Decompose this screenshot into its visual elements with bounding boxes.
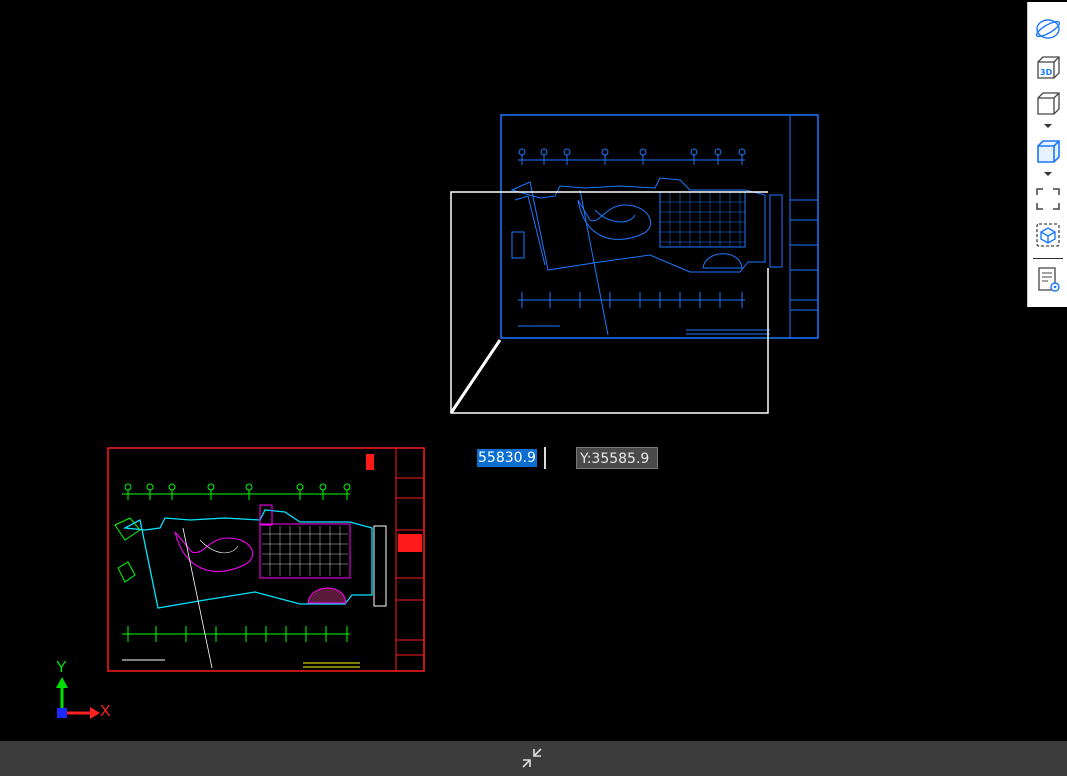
status-bar (0, 741, 1067, 776)
collapse-arrows-icon (522, 748, 542, 768)
cube-shaded-icon (1037, 140, 1060, 163)
toolbar-divider (1033, 258, 1063, 259)
y-coordinate-input[interactable]: Y:35585.9 (576, 447, 658, 469)
cube-icon (1037, 92, 1060, 115)
ucs-x-label: X (100, 703, 111, 720)
collapse-button[interactable] (520, 746, 544, 770)
preview-drawing (500, 114, 819, 339)
visual-style-button[interactable] (1033, 136, 1063, 166)
ucs-y-label: Y (56, 659, 67, 676)
chevron-down-icon[interactable] (1042, 122, 1054, 130)
x-coordinate-input[interactable]: 55830.9 (476, 447, 546, 469)
3d-box-icon: 3D (1037, 56, 1060, 79)
fullscreen-icon (1036, 188, 1060, 210)
drawing-canvas[interactable] (0, 0, 1067, 741)
chevron-down-icon[interactable] (1042, 170, 1054, 178)
properties-button[interactable] (1033, 264, 1063, 294)
isolate-box-icon (1036, 223, 1060, 247)
svg-text:3D: 3D (1040, 68, 1053, 77)
view-toolbar: 3D (1027, 2, 1067, 307)
original-drawing (107, 447, 425, 672)
3d-view-button[interactable]: 3D (1033, 52, 1063, 82)
orbit-icon (1035, 19, 1061, 39)
orbit-button[interactable] (1033, 14, 1063, 44)
x-coordinate-value: 55830.9 (477, 449, 537, 467)
ucs-icon (56, 677, 100, 719)
full-screen-button[interactable] (1033, 184, 1063, 214)
view-cube-button[interactable] (1033, 88, 1063, 118)
isolate-button[interactable] (1033, 220, 1063, 250)
list-view-icon (1038, 267, 1060, 292)
